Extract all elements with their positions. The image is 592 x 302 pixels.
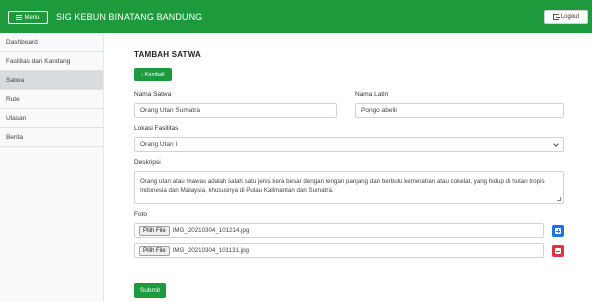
menu-button-label: Menu — [24, 14, 40, 21]
logout-button[interactable]: Logout — [544, 10, 588, 24]
menu-button[interactable]: Menu — [8, 11, 48, 24]
deskripsi-label: Deskripsi — [134, 159, 161, 166]
sidebar: Dashboard Fasilitas dan Kandang Satwa Ru… — [0, 33, 104, 302]
sidebar-item-label: Satwa — [6, 76, 25, 84]
logout-icon — [552, 14, 560, 20]
lokasi-fasilitas-label: Lokasi Fasilitas — [134, 125, 179, 132]
top-navbar: Menu SIG KEBUN BINATANG BANDUNG Logout — [0, 0, 592, 33]
sidebar-item-berita[interactable]: Berita — [0, 128, 103, 147]
sidebar-item-ulasan[interactable]: Ulasan — [0, 109, 103, 128]
nama-satwa-input[interactable]: Orang Utan Sumatra — [134, 103, 337, 118]
file-input[interactable]: Pilih File IMG_20210304_101131.jpg — [134, 243, 544, 258]
nama-satwa-label: Nama Satwa — [134, 91, 172, 98]
hamburger-icon — [16, 15, 23, 20]
sidebar-item-fasilitas[interactable]: Fasilitas dan Kandang — [0, 52, 103, 71]
back-button-label: Kembali — [144, 71, 165, 78]
nama-latin-input[interactable]: Pongo abelii — [355, 103, 564, 118]
lokasi-fasilitas-select[interactable]: Orang Utan I — [134, 137, 564, 152]
sidebar-item-label: Dashboard — [6, 38, 38, 46]
minus-icon — [555, 248, 561, 254]
sidebar-item-label: Rute — [6, 95, 20, 103]
page-title: TAMBAH SATWA — [134, 50, 201, 59]
nama-latin-label: Nama Latin — [355, 91, 389, 98]
sidebar-item-rute[interactable]: Rute — [0, 90, 103, 109]
chevron-down-icon — [553, 141, 559, 147]
add-photo-button[interactable] — [552, 225, 564, 237]
sidebar-item-label: Fasilitas dan Kandang — [6, 57, 71, 65]
sidebar-item-label: Berita — [6, 133, 23, 141]
deskripsi-textarea[interactable]: Orang utan atau mawas adalah salah satu … — [134, 171, 564, 204]
back-button[interactable]: ‹ Kembali — [134, 68, 172, 81]
foto-label: Foto — [134, 211, 148, 218]
file-input[interactable]: Pilih File IMG_20210304_101214.jpg — [134, 223, 544, 238]
file-name: IMG_20210304_101131.jpg — [172, 247, 249, 254]
deskripsi-value: Orang utan atau mawas adalah salah satu … — [140, 178, 545, 194]
plus-icon — [555, 228, 561, 234]
resize-handle-icon[interactable] — [557, 197, 561, 201]
nama-latin-value: Pongo abelii — [361, 107, 397, 114]
lokasi-fasilitas-value: Orang Utan I — [140, 141, 178, 148]
choose-file-button[interactable]: Pilih File — [139, 225, 170, 236]
nama-satwa-value: Orang Utan Sumatra — [140, 107, 200, 114]
logout-button-label: Logout — [560, 14, 580, 20]
sidebar-item-label: Ulasan — [6, 114, 27, 122]
sidebar-item-dashboard[interactable]: Dashboard — [0, 33, 103, 52]
submit-button[interactable]: Submit — [134, 283, 166, 298]
file-name: IMG_20210304_101214.jpg — [172, 227, 250, 234]
sidebar-item-satwa[interactable]: Satwa — [0, 71, 103, 90]
remove-photo-button[interactable] — [552, 245, 564, 257]
choose-file-button[interactable]: Pilih File — [139, 245, 170, 256]
app-title: SIG KEBUN BINATANG BANDUNG — [56, 12, 203, 22]
